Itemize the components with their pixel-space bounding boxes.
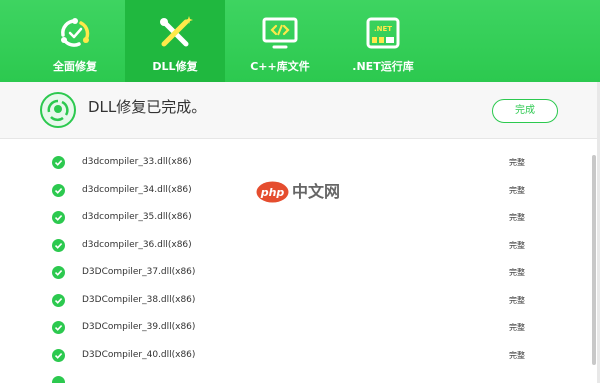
check-icon bbox=[52, 238, 65, 252]
list-item: d3dcompiler_36.dll(x86) 完整 bbox=[0, 232, 590, 260]
list-scrollbar[interactable] bbox=[592, 155, 596, 365]
tab-label: DLL修复 bbox=[152, 60, 198, 73]
net-window-icon: .NET bbox=[366, 17, 400, 49]
check-icon bbox=[52, 293, 65, 307]
done-button[interactable]: 完成 bbox=[492, 99, 558, 123]
file-name: D3DCompiler_38.dll(x86) bbox=[82, 294, 196, 305]
refresh-repair-icon bbox=[61, 18, 90, 47]
check-icon bbox=[52, 183, 65, 197]
file-status: 完整 bbox=[509, 213, 525, 222]
check-icon bbox=[52, 266, 65, 279]
tab-net-runtime[interactable]: .NET .NET运行库 bbox=[333, 0, 433, 82]
php-logo-icon: php bbox=[256, 181, 289, 203]
file-status: 完整 bbox=[509, 185, 525, 195]
status-panel: DLL修复已完成。 完成 bbox=[0, 82, 600, 139]
watermark-text: 中文网 bbox=[292, 182, 341, 201]
list-item: D3DCompiler_39.dll(x86) 完整 bbox=[0, 314, 590, 342]
list-item-partial bbox=[0, 369, 590, 383]
list-item: D3DCompiler_40.dll(x86) 完整 bbox=[0, 342, 590, 370]
check-icon bbox=[52, 376, 65, 383]
file-name: d3dcompiler_33.dll(x86) bbox=[82, 157, 192, 167]
file-status: 完整 bbox=[509, 268, 525, 277]
tab-full-repair[interactable]: 全面修复 bbox=[25, 0, 125, 82]
check-icon bbox=[52, 321, 65, 334]
check-icon bbox=[52, 156, 65, 169]
tab-label: C++库文件 bbox=[250, 60, 310, 73]
file-status: 完整 bbox=[509, 240, 525, 250]
file-name: d3dcompiler_35.dll(x86) bbox=[82, 212, 192, 222]
file-status: 完整 bbox=[509, 323, 525, 332]
tab-label: .NET运行库 bbox=[352, 60, 414, 73]
net-badge-text: .NET bbox=[374, 25, 392, 33]
dll-file-list: d3dcompiler_33.dll(x86) 完整 d3dcompiler_3… bbox=[0, 139, 590, 383]
file-status: 完整 bbox=[509, 158, 525, 167]
tools-icon bbox=[160, 16, 193, 47]
repair-status-icon bbox=[40, 92, 76, 128]
file-status: 完整 bbox=[509, 350, 525, 360]
list-item: d3dcompiler_35.dll(x86) 完整 bbox=[0, 204, 590, 232]
check-icon bbox=[52, 211, 65, 224]
php-logo-text: php bbox=[260, 186, 285, 199]
tab-label: 全面修复 bbox=[53, 60, 97, 73]
status-message: DLL修复已完成。 bbox=[88, 98, 207, 116]
check-icon bbox=[52, 348, 65, 362]
top-nav-bar: 全面修复 DLL修复 C++库文件 .NET .NET运行库 bbox=[0, 0, 600, 82]
file-name: D3DCompiler_37.dll(x86) bbox=[82, 267, 196, 277]
list-item: D3DCompiler_38.dll(x86) 完整 bbox=[0, 287, 590, 315]
file-name: D3DCompiler_39.dll(x86) bbox=[82, 322, 196, 332]
file-name: d3dcompiler_36.dll(x86) bbox=[82, 239, 192, 250]
list-item: d3dcompiler_33.dll(x86) 完整 bbox=[0, 149, 590, 177]
file-status: 完整 bbox=[509, 295, 525, 305]
tab-dll-repair[interactable]: DLL修复 bbox=[125, 0, 225, 82]
file-name: D3DCompiler_40.dll(x86) bbox=[82, 349, 196, 360]
list-item: D3DCompiler_37.dll(x86) 完整 bbox=[0, 259, 590, 287]
code-monitor-icon bbox=[262, 17, 298, 49]
file-name: d3dcompiler_34.dll(x86) bbox=[82, 184, 192, 195]
tab-cpp-library[interactable]: C++库文件 bbox=[230, 0, 330, 82]
